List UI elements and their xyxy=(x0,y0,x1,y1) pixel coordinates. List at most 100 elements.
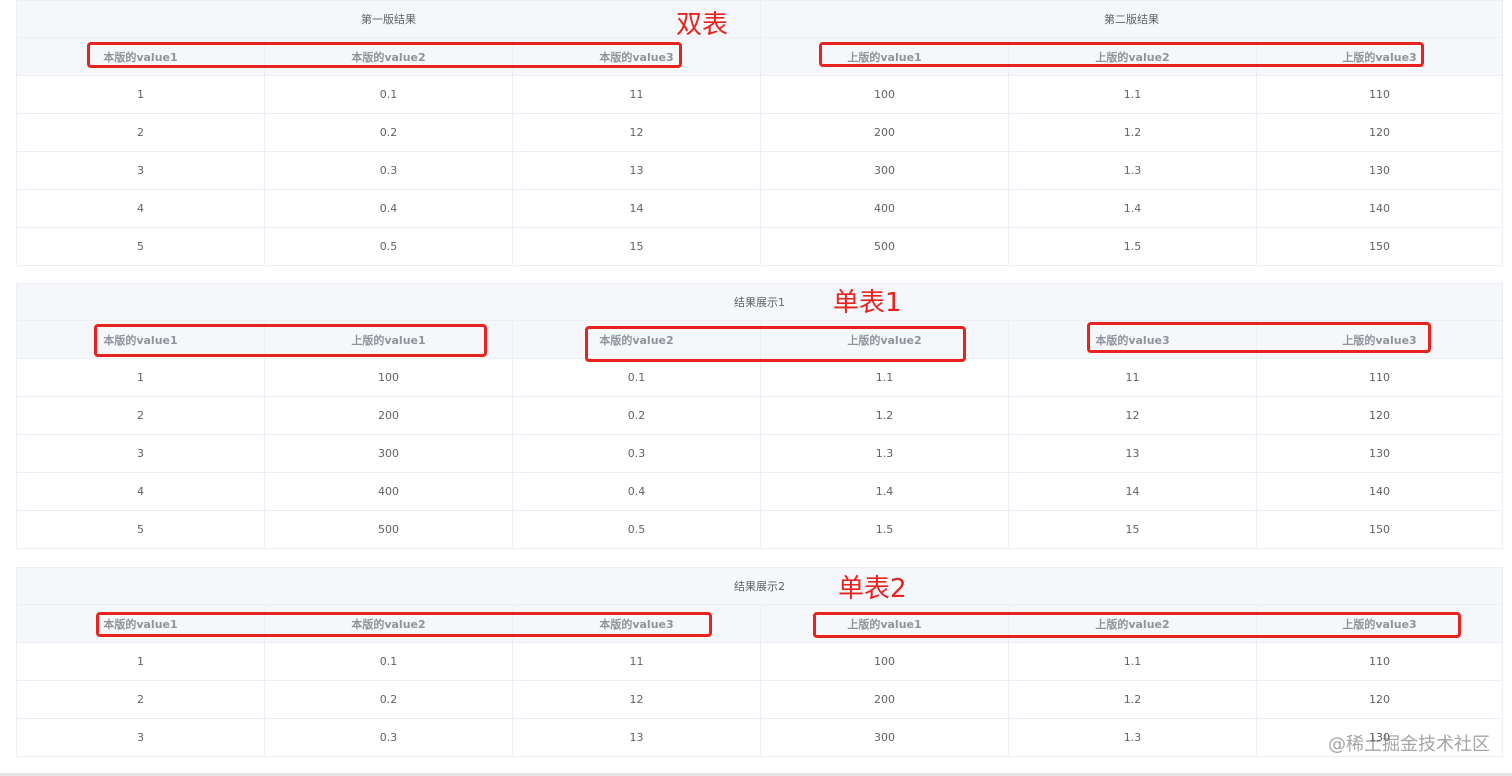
column-header-row: 本版的value1 上版的value1 本版的value2 上版的value2 … xyxy=(16,320,1504,359)
single-table-1: 结果展示1 本版的value1 上版的value1 本版的value2 上版的v… xyxy=(15,283,1504,549)
table-cell: 1.2 xyxy=(1008,113,1258,152)
column-header[interactable]: 上版的value2 xyxy=(1008,604,1257,643)
table-cell: 13 xyxy=(1008,434,1257,473)
table-row: 1 0.1 11 100 1.1 110 xyxy=(16,75,1504,114)
column-header[interactable]: 本版的value3 xyxy=(1008,320,1257,359)
group-header-row: 第一版结果 第二版结果 xyxy=(15,0,1504,38)
annotation-double-table: 双表 xyxy=(676,10,729,40)
table-cell: 400 xyxy=(760,189,1010,228)
table-cell: 0.4 xyxy=(264,189,513,228)
table-row: 2 0.2 12 200 1.2 120 xyxy=(16,113,1504,152)
column-header[interactable]: 上版的value1 xyxy=(760,37,1010,76)
table-cell: 140 xyxy=(1256,189,1504,228)
screenshot-canvas: 第一版结果 第二版结果 本版的value1 本版的value2 本版的value… xyxy=(0,0,1512,776)
column-header[interactable]: 上版的value3 xyxy=(1256,320,1504,359)
table-cell: 140 xyxy=(1256,472,1504,511)
column-header-row: 本版的value1 本版的value2 本版的value3 上版的value1 … xyxy=(16,604,1504,643)
table-cell: 200 xyxy=(760,680,1009,719)
table-cell: 0.2 xyxy=(512,396,761,435)
table-cell: 1.1 xyxy=(760,358,1009,397)
table-row: 5 500 0.5 1.5 15 150 xyxy=(16,510,1504,549)
table-cell: 150 xyxy=(1256,227,1504,266)
table-cell: 13 xyxy=(512,718,761,757)
table-row: 4 400 0.4 1.4 14 140 xyxy=(16,472,1504,511)
column-header[interactable]: 本版的value1 xyxy=(16,604,265,643)
table-cell: 11 xyxy=(512,75,762,114)
table-cell: 0.4 xyxy=(512,472,761,511)
table-cell: 0.5 xyxy=(512,510,761,549)
table-cell: 15 xyxy=(512,227,762,266)
table-cell: 11 xyxy=(1008,358,1257,397)
table-cell: 1.2 xyxy=(1008,680,1257,719)
table-row: 1 100 0.1 1.1 11 110 xyxy=(16,358,1504,397)
group-header-row: 结果展示1 xyxy=(15,283,1504,321)
table-row: 2 200 0.2 1.2 12 120 xyxy=(16,396,1504,435)
column-header[interactable]: 本版的value3 xyxy=(512,604,761,643)
column-header-row: 本版的value1 本版的value2 本版的value3 上版的value1 … xyxy=(16,37,1504,76)
table-cell: 2 xyxy=(16,396,265,435)
table-cell: 1.4 xyxy=(760,472,1009,511)
column-header[interactable]: 上版的value3 xyxy=(1256,37,1504,76)
table-cell: 14 xyxy=(512,189,762,228)
column-header[interactable]: 本版的value2 xyxy=(264,37,513,76)
annotation-single-table-2: 单表2 xyxy=(838,574,907,604)
table-cell: 12 xyxy=(512,113,762,152)
column-header[interactable]: 上版的value3 xyxy=(1256,604,1504,643)
column-header[interactable]: 本版的value3 xyxy=(512,37,762,76)
table-cell: 130 xyxy=(1256,434,1504,473)
column-header[interactable]: 上版的value2 xyxy=(760,320,1009,359)
table-cell: 300 xyxy=(264,434,513,473)
table-cell: 0.3 xyxy=(512,434,761,473)
table-cell: 4 xyxy=(16,472,265,511)
table-cell: 2 xyxy=(16,680,265,719)
table-cell: 1.3 xyxy=(760,434,1009,473)
column-header[interactable]: 本版的value1 xyxy=(16,37,265,76)
group-header-result-2: 结果展示2 xyxy=(15,567,1504,605)
table-cell: 0.3 xyxy=(264,151,513,190)
group-header-row: 结果展示2 xyxy=(15,567,1504,605)
group-header-result-1: 结果展示1 xyxy=(15,283,1504,321)
table-cell: 400 xyxy=(264,472,513,511)
table-cell: 3 xyxy=(16,151,265,190)
table-cell: 500 xyxy=(264,510,513,549)
table-cell: 14 xyxy=(1008,472,1257,511)
table-row: 3 0.3 13 300 1.3 130 xyxy=(16,718,1504,757)
table-cell: 15 xyxy=(1008,510,1257,549)
annotation-single-table-1: 单表1 xyxy=(833,288,902,318)
table-cell: 1.5 xyxy=(1008,227,1258,266)
table-cell: 1.5 xyxy=(760,510,1009,549)
table-cell: 5 xyxy=(16,227,265,266)
column-header[interactable]: 本版的value2 xyxy=(512,320,761,359)
column-header[interactable]: 上版的value1 xyxy=(760,604,1009,643)
table-cell: 0.1 xyxy=(512,358,761,397)
group-header-second-version: 第二版结果 xyxy=(760,0,1504,38)
table-cell: 0.5 xyxy=(264,227,513,266)
table-cell: 11 xyxy=(512,642,761,681)
table-cell: 1 xyxy=(16,642,265,681)
table-cell: 1.3 xyxy=(1008,151,1258,190)
table-cell: 5 xyxy=(16,510,265,549)
table-cell: 0.2 xyxy=(264,113,513,152)
table-cell: 130 xyxy=(1256,151,1504,190)
column-header[interactable]: 上版的value1 xyxy=(264,320,513,359)
table-cell: 13 xyxy=(512,151,762,190)
table-cell: 110 xyxy=(1256,75,1504,114)
single-table-2: 结果展示2 本版的value1 本版的value2 本版的value3 上版的v… xyxy=(15,567,1504,757)
table-cell: 110 xyxy=(1256,358,1504,397)
table-row: 2 0.2 12 200 1.2 120 xyxy=(16,680,1504,719)
column-header[interactable]: 本版的value2 xyxy=(264,604,513,643)
group-header-first-version: 第一版结果 xyxy=(15,0,762,38)
table-cell: 1.2 xyxy=(760,396,1009,435)
table-row: 3 0.3 13 300 1.3 130 xyxy=(16,151,1504,190)
table-cell: 1.1 xyxy=(1008,75,1258,114)
table-cell: 0.3 xyxy=(264,718,513,757)
table-cell: 0.1 xyxy=(264,75,513,114)
table-cell: 1.3 xyxy=(1008,718,1257,757)
table-cell: 300 xyxy=(760,151,1010,190)
column-header[interactable]: 本版的value1 xyxy=(16,320,265,359)
table-cell: 1 xyxy=(16,358,265,397)
table-cell: 4 xyxy=(16,189,265,228)
column-header[interactable]: 上版的value2 xyxy=(1008,37,1258,76)
table-cell: 110 xyxy=(1256,642,1504,681)
table-cell: 150 xyxy=(1256,510,1504,549)
